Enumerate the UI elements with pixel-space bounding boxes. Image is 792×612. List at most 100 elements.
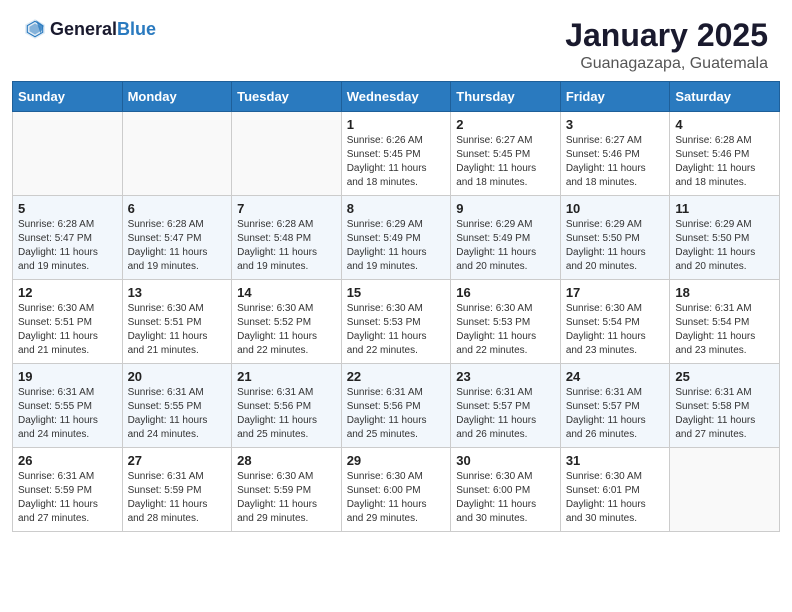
calendar-cell (670, 448, 780, 532)
day-info: Sunrise: 6:29 AMSunset: 5:50 PMDaylight:… (566, 219, 646, 272)
calendar-cell: 24 Sunrise: 6:31 AMSunset: 5:57 PMDayligh… (560, 364, 670, 448)
calendar-header: Sunday Monday Tuesday Wednesday Thursday… (13, 82, 780, 112)
location-title: Guanagazapa, Guatemala (565, 55, 768, 73)
day-number: 18 (675, 285, 774, 300)
calendar-cell: 27 Sunrise: 6:31 AMSunset: 5:59 PMDayligh… (122, 448, 232, 532)
day-info: Sunrise: 6:31 AMSunset: 5:58 PMDaylight:… (675, 387, 755, 440)
day-number: 9 (456, 201, 555, 216)
calendar-cell: 15 Sunrise: 6:30 AMSunset: 5:53 PMDayligh… (341, 280, 451, 364)
day-number: 31 (566, 453, 665, 468)
calendar-week-row: 19Sunrise: 6:31 AMSunset: 5:55 PMDayligh… (13, 364, 780, 448)
day-number: 12 (18, 285, 117, 300)
calendar-cell: 18 Sunrise: 6:31 AMSunset: 5:54 PMDayligh… (670, 280, 780, 364)
day-number: 5 (18, 201, 117, 216)
calendar-cell: 21 Sunrise: 6:31 AMSunset: 5:56 PMDayligh… (232, 364, 342, 448)
col-monday: Monday (122, 82, 232, 112)
day-number: 30 (456, 453, 555, 468)
day-number: 14 (237, 285, 336, 300)
calendar-cell (232, 112, 342, 196)
day-info: Sunrise: 6:30 AMSunset: 5:59 PMDaylight:… (237, 471, 317, 524)
calendar-week-row: 26Sunrise: 6:31 AMSunset: 5:59 PMDayligh… (13, 448, 780, 532)
calendar-cell: 29 Sunrise: 6:30 AMSunset: 6:00 PMDayligh… (341, 448, 451, 532)
day-number: 13 (128, 285, 227, 300)
day-info: Sunrise: 6:31 AMSunset: 5:56 PMDaylight:… (237, 387, 317, 440)
calendar-cell: 10 Sunrise: 6:29 AMSunset: 5:50 PMDayligh… (560, 196, 670, 280)
day-info: Sunrise: 6:30 AMSunset: 5:51 PMDaylight:… (128, 303, 208, 356)
calendar-cell: 2 Sunrise: 6:27 AMSunset: 5:45 PMDaylight… (451, 112, 561, 196)
logo: GeneralBlue (24, 18, 156, 40)
day-number: 22 (347, 369, 446, 384)
day-info: Sunrise: 6:30 AMSunset: 5:52 PMDaylight:… (237, 303, 317, 356)
logo-text: GeneralBlue (50, 19, 156, 40)
calendar-cell: 30Sunrise: 6:30 AMSunset: 6:00 PMDayligh… (451, 448, 561, 532)
calendar-cell: 16Sunrise: 6:30 AMSunset: 5:53 PMDayligh… (451, 280, 561, 364)
day-number: 21 (237, 369, 336, 384)
calendar-cell (13, 112, 123, 196)
day-info: Sunrise: 6:30 AMSunset: 5:51 PMDaylight:… (18, 303, 98, 356)
calendar-cell: 13 Sunrise: 6:30 AMSunset: 5:51 PMDayligh… (122, 280, 232, 364)
day-info: Sunrise: 6:30 AMSunset: 5:54 PMDaylight:… (566, 303, 646, 356)
day-number: 23 (456, 369, 555, 384)
day-info: Sunrise: 6:28 AMSunset: 5:47 PMDaylight:… (128, 219, 208, 272)
calendar-cell: 11Sunrise: 6:29 AMSunset: 5:50 PMDayligh… (670, 196, 780, 280)
calendar-cell: 1Sunrise: 6:26 AMSunset: 5:45 PMDaylight… (341, 112, 451, 196)
calendar-cell: 12 Sunrise: 6:30 AMSunset: 5:51 PMDayligh… (13, 280, 123, 364)
day-info: Sunrise: 6:29 AMSunset: 5:49 PMDaylight:… (456, 219, 536, 272)
day-number: 25 (675, 369, 774, 384)
day-info: Sunrise: 6:31 AMSunset: 5:57 PMDaylight:… (566, 387, 646, 440)
col-sunday: Sunday (13, 82, 123, 112)
calendar-cell: 14 Sunrise: 6:30 AMSunset: 5:52 PMDayligh… (232, 280, 342, 364)
weekday-row: Sunday Monday Tuesday Wednesday Thursday… (13, 82, 780, 112)
day-info: Sunrise: 6:28 AMSunset: 5:46 PMDaylight:… (675, 135, 755, 188)
day-number: 2 (456, 117, 555, 132)
day-info: Sunrise: 6:30 AMSunset: 6:00 PMDaylight:… (347, 471, 427, 524)
logo-icon (24, 18, 46, 40)
day-number: 28 (237, 453, 336, 468)
day-info: Sunrise: 6:30 AMSunset: 6:01 PMDaylight:… (566, 471, 646, 524)
calendar-cell: 4 Sunrise: 6:28 AMSunset: 5:46 PMDaylight… (670, 112, 780, 196)
day-number: 17 (566, 285, 665, 300)
day-info: Sunrise: 6:28 AMSunset: 5:48 PMDaylight:… (237, 219, 317, 272)
col-thursday: Thursday (451, 82, 561, 112)
calendar-week-row: 1Sunrise: 6:26 AMSunset: 5:45 PMDaylight… (13, 112, 780, 196)
calendar-cell: 5Sunrise: 6:28 AMSunset: 5:47 PMDaylight… (13, 196, 123, 280)
day-info: Sunrise: 6:31 AMSunset: 5:59 PMDaylight:… (128, 471, 208, 524)
col-tuesday: Tuesday (232, 82, 342, 112)
day-number: 20 (128, 369, 227, 384)
day-info: Sunrise: 6:30 AMSunset: 5:53 PMDaylight:… (347, 303, 427, 356)
calendar-cell: 3 Sunrise: 6:27 AMSunset: 5:46 PMDaylight… (560, 112, 670, 196)
day-number: 10 (566, 201, 665, 216)
calendar-cell: 26Sunrise: 6:31 AMSunset: 5:59 PMDayligh… (13, 448, 123, 532)
calendar-cell: 25 Sunrise: 6:31 AMSunset: 5:58 PMDayligh… (670, 364, 780, 448)
day-number: 29 (347, 453, 446, 468)
day-number: 27 (128, 453, 227, 468)
title-block: January 2025 Guanagazapa, Guatemala (565, 18, 768, 73)
calendar-cell: 6 Sunrise: 6:28 AMSunset: 5:47 PMDaylight… (122, 196, 232, 280)
calendar-cell: 28 Sunrise: 6:30 AMSunset: 5:59 PMDayligh… (232, 448, 342, 532)
calendar-week-row: 5 Sunrise: 6:28 AMSunset: 5:47 PMDaylight… (13, 196, 780, 280)
calendar-cell: 7Sunrise: 6:28 AMSunset: 5:48 PMDaylight… (232, 196, 342, 280)
day-info: Sunrise: 6:31 AMSunset: 5:59 PMDaylight:… (18, 471, 98, 524)
day-info: Sunrise: 6:31 AMSunset: 5:55 PMDaylight:… (128, 387, 208, 440)
calendar-cell: 20 Sunrise: 6:31 AMSunset: 5:55 PMDayligh… (122, 364, 232, 448)
calendar-cell: 23 Sunrise: 6:31 AMSunset: 5:57 PMDayligh… (451, 364, 561, 448)
calendar-cell: 31 Sunrise: 6:30 AMSunset: 6:01 PMDayligh… (560, 448, 670, 532)
day-number: 15 (347, 285, 446, 300)
day-info: Sunrise: 6:31 AMSunset: 5:57 PMDaylight:… (456, 387, 536, 440)
page-header: GeneralBlue January 2025 Guanagazapa, Gu… (0, 0, 792, 81)
day-info: Sunrise: 6:27 AMSunset: 5:46 PMDaylight:… (566, 135, 646, 188)
calendar-body: 1Sunrise: 6:26 AMSunset: 5:45 PMDaylight… (13, 112, 780, 532)
day-info: Sunrise: 6:31 AMSunset: 5:54 PMDaylight:… (675, 303, 755, 356)
calendar-cell: 19Sunrise: 6:31 AMSunset: 5:55 PMDayligh… (13, 364, 123, 448)
calendar-cell: 22 Sunrise: 6:31 AMSunset: 5:56 PMDayligh… (341, 364, 451, 448)
day-number: 4 (675, 117, 774, 132)
day-info: Sunrise: 6:27 AMSunset: 5:45 PMDaylight:… (456, 135, 536, 188)
day-number: 6 (128, 201, 227, 216)
day-number: 24 (566, 369, 665, 384)
month-title: January 2025 (565, 18, 768, 53)
day-number: 3 (566, 117, 665, 132)
col-friday: Friday (560, 82, 670, 112)
day-info: Sunrise: 6:31 AMSunset: 5:56 PMDaylight:… (347, 387, 427, 440)
day-info: Sunrise: 6:30 AMSunset: 5:53 PMDaylight:… (456, 303, 536, 356)
day-info: Sunrise: 6:29 AMSunset: 5:50 PMDaylight:… (675, 219, 755, 272)
